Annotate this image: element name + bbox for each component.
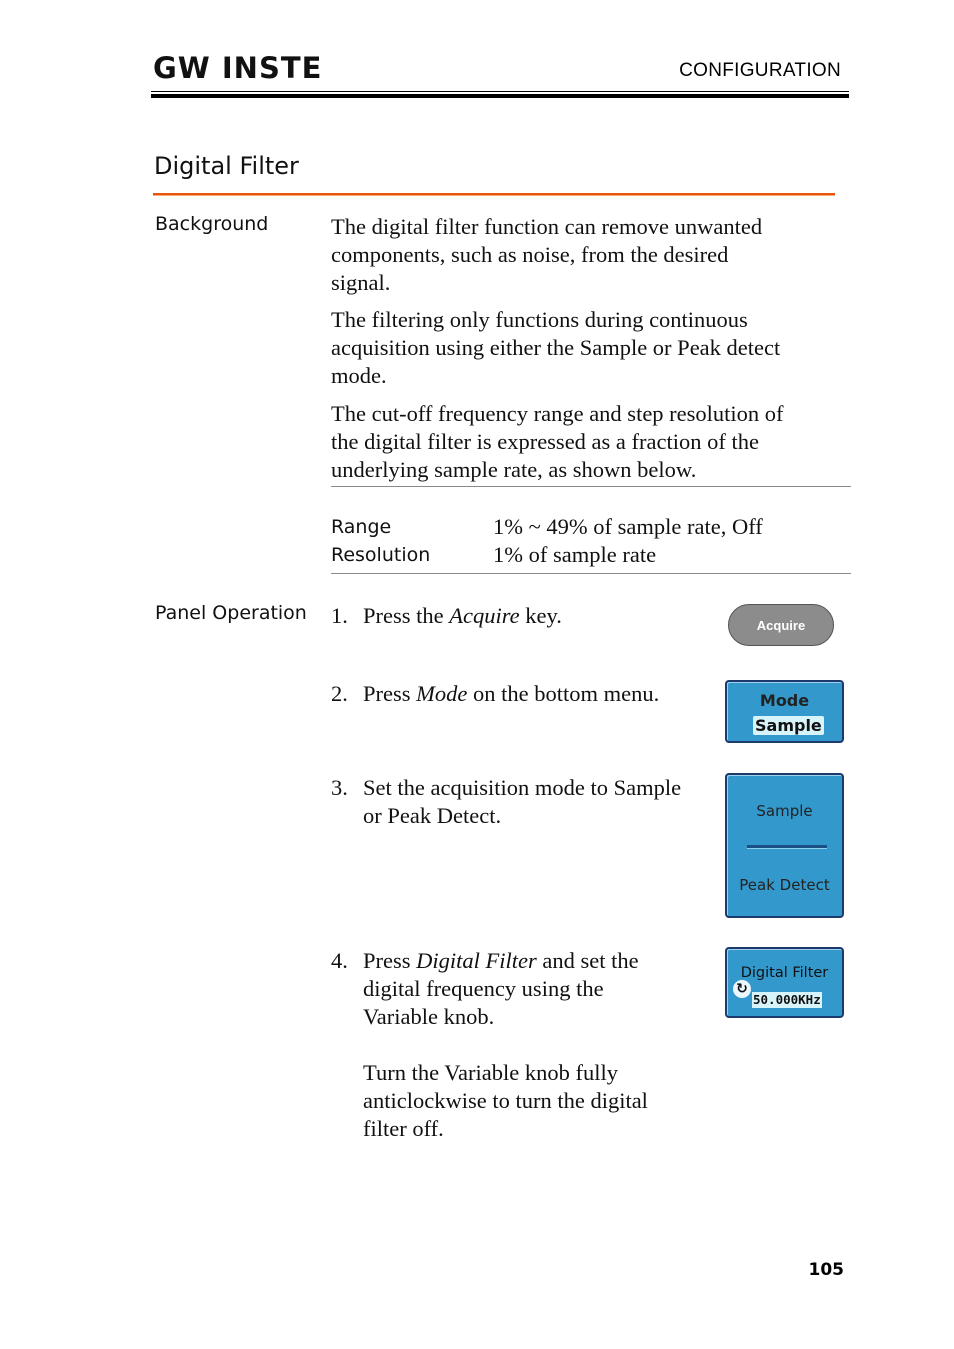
text-line: mode.	[331, 363, 387, 388]
spec-table-bottom-rule	[331, 573, 851, 574]
step-text: Press Mode on the bottom menu.	[363, 681, 660, 706]
spec-value-resolution: 1% of sample rate	[493, 542, 657, 567]
menu-divider	[747, 845, 827, 848]
step-text: Set the acquisition mode to Sample or Pe…	[363, 775, 682, 828]
step-number: 4.	[331, 948, 348, 973]
svg-text:GW INSTEK: GW INSTEK	[153, 52, 323, 82]
digital-filter-softkey[interactable]: Digital Filter ↻ 50.000KHz	[725, 947, 844, 1018]
section-label: CONFIGURATION	[679, 60, 841, 81]
text-line: underlying sample rate, as shown below.	[331, 457, 697, 482]
brand-logo: GW INSTEK	[153, 52, 323, 84]
background-paragraph-2: The filtering only functions during cont…	[331, 306, 851, 390]
mode-softkey[interactable]: Mode Sample	[725, 680, 844, 743]
step-text: Press Digital Filter and set the digital…	[363, 948, 648, 1141]
page-number: 105	[808, 1260, 845, 1280]
spec-table-top-rule	[331, 486, 851, 487]
page-title: Digital Filter	[154, 152, 299, 180]
digital-filter-title: Digital Filter	[740, 965, 829, 981]
gw-instek-logo-icon: GW INSTEK	[153, 52, 323, 82]
variable-knob-icon: ↻	[733, 980, 751, 998]
acquire-key-button[interactable]: Acquire	[728, 604, 834, 646]
mode-softkey-title: Mode	[759, 691, 810, 710]
step-number: 3.	[331, 775, 348, 800]
background-paragraph-3: The cut-off frequency range and step res…	[331, 400, 851, 484]
background-paragraph-1: The digital filter function can remove u…	[331, 213, 851, 297]
menu-option-peak-detect[interactable]: Peak Detect	[727, 876, 842, 894]
header-rule-thick	[151, 94, 849, 98]
menu-option-sample[interactable]: Sample	[727, 802, 842, 820]
background-label: Background	[155, 213, 269, 235]
spec-label-resolution: Resolution	[331, 544, 431, 566]
step-number: 2.	[331, 681, 348, 706]
text-line: The cut-off frequency range and step res…	[331, 401, 784, 426]
spec-value-range: 1% ~ 49% of sample rate, Off	[493, 514, 763, 539]
header-rule-thin	[151, 91, 849, 92]
text-line: components, such as noise, from the desi…	[331, 242, 729, 267]
text-line: signal.	[331, 270, 391, 295]
step-text: Press the Acquire key.	[363, 603, 562, 628]
title-underline	[153, 193, 835, 196]
spec-label-range: Range	[331, 516, 392, 538]
acquisition-mode-menu[interactable]: Sample Peak Detect	[725, 773, 844, 918]
panel-operation-label: Panel Operation	[155, 602, 307, 624]
digital-filter-value: 50.000KHz	[752, 992, 822, 1008]
step-number: 1.	[331, 603, 348, 628]
text-line: The digital filter function can remove u…	[331, 214, 763, 239]
mode-softkey-value: Sample	[753, 716, 824, 735]
text-line: the digital filter is expressed as a fra…	[331, 429, 759, 454]
text-line: acquisition using either the Sample or P…	[331, 335, 781, 360]
text-line: The filtering only functions during cont…	[331, 307, 748, 332]
